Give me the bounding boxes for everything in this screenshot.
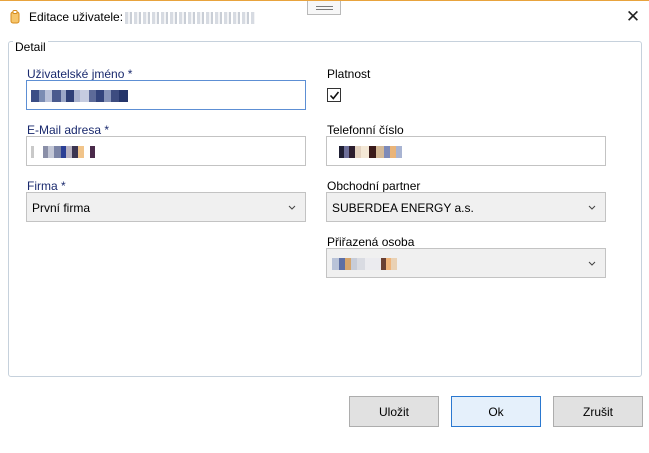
username-label: Uživatelské jméno * [27,67,133,81]
assigned-person-select[interactable] [326,248,606,278]
redacted-value [339,146,402,158]
checkmark-icon [329,91,340,100]
partner-label: Obchodní partner [327,179,421,193]
username-input[interactable] [26,80,306,110]
phone-label: Telefonní číslo [327,123,404,137]
detail-legend: Detail [13,40,48,54]
redacted-value [332,258,397,270]
redacted-username [125,11,256,24]
ok-button[interactable]: Ok [451,396,541,427]
email-label: E-Mail adresa * [27,123,110,137]
close-icon[interactable]: ✕ [623,7,643,27]
partner-selected: SUBERDEA ENERGY a.s. [332,201,474,215]
redacted-value [31,90,128,102]
validity-checkbox[interactable] [327,88,341,102]
save-button[interactable]: Uložit [349,396,439,427]
chevron-down-icon [588,261,596,266]
drag-handle[interactable] [307,1,341,15]
window-title: Editace uživatele: [29,10,256,24]
assigned-person-label: Přiřazená osoba [327,235,415,249]
validity-label: Platnost [327,67,371,81]
title-bar: Editace uživatele: ✕ [0,0,649,32]
phone-input[interactable] [326,136,606,166]
chevron-down-icon [588,205,596,210]
redacted-value [31,146,95,158]
user-badge-icon [10,10,20,24]
email-input[interactable] [26,136,306,166]
company-selected: První firma [32,201,91,215]
chevron-down-icon [288,205,296,210]
cancel-button[interactable]: Zrušit [553,396,643,427]
company-select[interactable]: První firma [26,192,306,222]
partner-select[interactable]: SUBERDEA ENERGY a.s. [326,192,606,222]
company-label: Firma * [27,179,66,193]
